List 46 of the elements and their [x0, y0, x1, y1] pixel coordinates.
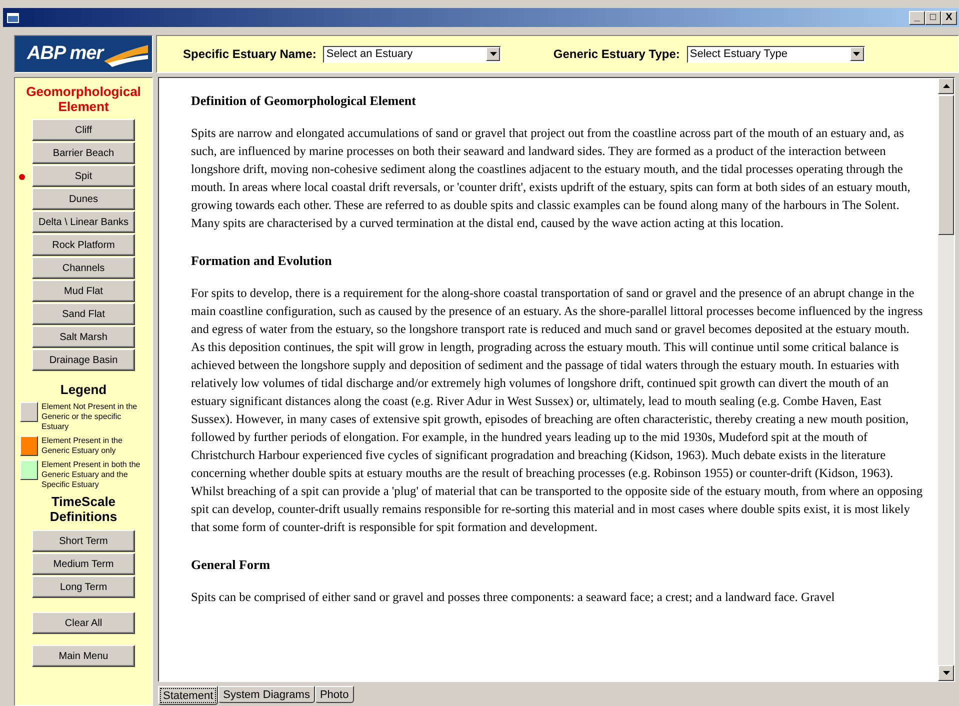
- window-control-button[interactable]: X: [941, 10, 957, 24]
- action-button[interactable]: Clear All: [32, 612, 135, 634]
- timescale-button[interactable]: Short Term: [32, 530, 135, 552]
- dropdown[interactable]: Select Estuary Type: [686, 46, 865, 62]
- panel-title: Geomorphological Element: [25, 84, 142, 114]
- element-button[interactable]: Delta \ Linear Banks: [32, 211, 135, 233]
- element-button[interactable]: Rock Platform: [32, 234, 135, 256]
- window-control-button[interactable]: _: [909, 10, 925, 24]
- filter-label: Specific Estuary Name:: [183, 47, 316, 61]
- legend-text: Element Not Present in the Generic or the specific Estuary: [42, 402, 138, 432]
- scrollbar[interactable]: [938, 78, 954, 681]
- tab[interactable]: Photo: [314, 686, 354, 703]
- logo-text: ABP mer: [27, 43, 104, 65]
- paragraph: Spits are narrow and elongated accumulations of sand or gravel that project out from the coastline across part of the mouth of an estuary and, as such, are influenced by marine processes on both their seaward and landward sides. They are formed as a product of the interaction between longshore drift, moving non-cohesive sediment along the coastlines adjacent to the estuary mouth, and the tidal processes operating through the mouth. In areas where local coastal drift reversals, or 'counter drift', exists updrift of the estuary, spits can form at both sides of an estuary mouth, growing towards each other. These are referred to as double spits and classic examples can be found along many of the harbours in The Solent. Many spits are characterised by a curved termination at the distal end, caused by the wave action acting at this location.: [191, 125, 912, 232]
- element-button[interactable]: Salt Marsh: [32, 326, 135, 348]
- dropdown-arrow-icon: [853, 52, 860, 56]
- element-button[interactable]: Mud Flat: [32, 280, 135, 302]
- element-button[interactable]: Cliff: [32, 119, 135, 141]
- legend-text: Element Present in the Generic Estuary only: [42, 436, 124, 456]
- section-heading: Formation and Evolution: [191, 252, 333, 270]
- legend-title: Legend: [60, 382, 107, 397]
- section-heading: General Form: [191, 556, 272, 574]
- element-button[interactable]: Spit: [32, 165, 135, 187]
- element-button[interactable]: Drainage Basin: [32, 349, 135, 371]
- element-button[interactable]: Barrier Beach: [32, 142, 135, 164]
- section-heading: Definition of Geomorphological Element: [191, 92, 417, 110]
- timescale-title: TimeScale Definitions: [48, 494, 118, 524]
- dropdown[interactable]: Select an Estuary: [323, 46, 502, 62]
- paragraph: For spits to develop, there is a requirement for the along-shore coastal transportation of sand or gravel and the presence of an abrupt change in the main coastline configuration, such as caused by the presence of an estuary. As the shore-parallel littoral processes become influenced by the ingress and egress of water from the estuary, so the longshore transport rate is reduced and much sand or gravel becomes deposited at the estuary mouth. As this deposition continues, the spit will grow in length, prograding across the estuary mouth. This will continue until some critical balance is achieved between the longshore supply and deposition of sediment and the passage of tidal waters through the estuary mouth. In estuaries with relatively low volumes of tidal discharge and/or extremely high volumes of longshore drift, continued spit growth can divert the mouth of an estuary significant distances along the coast (e.g. River Adur in West Sussex) or, ultimately, lead to mouth sealing (e.g. Combe Haven, East Sussex). However, in many cases of extensive spit growth, episodes of breaching are often characteristic, thereby creating a new mouth position, followed by further periods of elongation. For example, in the hundred years leading up to the mid 1930s, Mudeford spit at the mouth of Christchurch Harbour experienced five cycles of significant progradation and breaching (Kidson, 1963). Much debate exists in the literature concerning whether double spits at estuary mouths are the result of breaching processes (e.g. Robinson 1955) or counter-drift (Kidson, 1963). Whilst breaching of a spit can provide a 'plug' of material that can be transported to the opposite side of the estuary mouth, from where an opposing spit can develop, counter-drift usually remains responsible for re-sorting this material and in most cases where double spits exist, it is most likely that some form of counter-drift is responsible for spit formation and development.: [191, 285, 924, 536]
- element-button[interactable]: Dunes: [32, 188, 135, 210]
- app-icon: [7, 12, 19, 22]
- dropdown-arrow-icon: [490, 52, 497, 56]
- tab[interactable]: Statement: [158, 686, 218, 705]
- tab[interactable]: System Diagrams: [218, 686, 315, 703]
- scroll-down-icon: [942, 671, 950, 675]
- element-button[interactable]: Sand Flat: [32, 303, 135, 325]
- paragraph: Spits can be comprised of either sand or gravel and posses three components: a seaward face; a crest; and a landward face. Gravel: [191, 589, 836, 606]
- element-button[interactable]: Channels: [32, 257, 135, 279]
- filter-label: Generic Estuary Type:: [553, 47, 680, 61]
- scrollbar-thumb[interactable]: [938, 95, 954, 235]
- window-control-button[interactable]: □: [925, 10, 941, 24]
- timescale-button[interactable]: Long Term: [32, 576, 135, 598]
- legend-text: Element Present in both the Generic Estuary and the Specific Estuary: [42, 460, 142, 490]
- action-button[interactable]: Main Menu: [32, 645, 135, 667]
- scroll-up-icon: [942, 84, 950, 88]
- timescale-button[interactable]: Medium Term: [32, 553, 135, 575]
